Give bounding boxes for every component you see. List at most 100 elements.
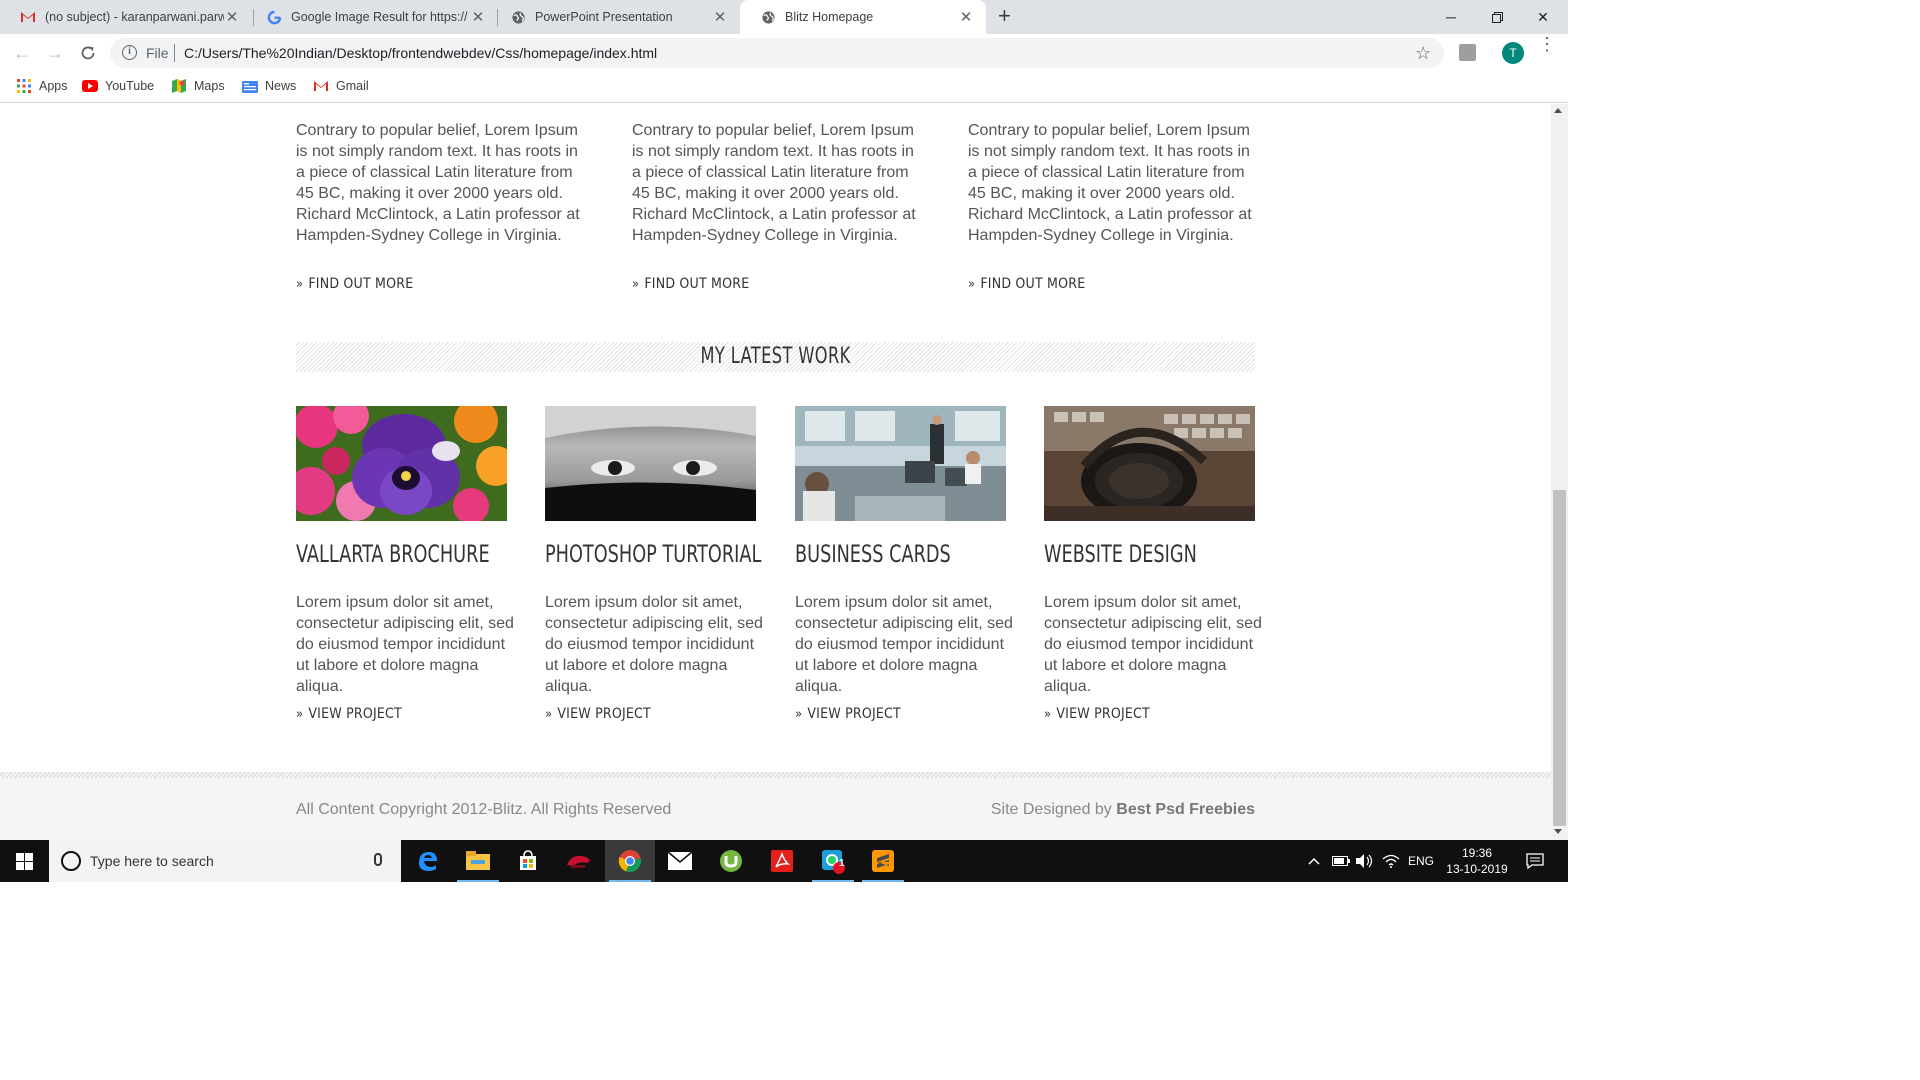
bookmark-apps[interactable]: Apps xyxy=(16,78,68,94)
double-chevron-icon: » xyxy=(795,706,803,722)
view-project-link[interactable]: » VIEW PROJECT xyxy=(296,706,402,722)
page-viewport[interactable]: Contrary to popular belief, Lorem Ipsum … xyxy=(0,104,1551,840)
flower-thumbnail[interactable] xyxy=(296,406,507,521)
bookmark-maps[interactable]: Maps xyxy=(171,78,225,94)
back-button[interactable]: ← xyxy=(11,42,33,64)
new-tab-button[interactable]: + xyxy=(998,5,1011,27)
language-indicator[interactable]: ENG xyxy=(1408,840,1434,882)
apps-grid-icon xyxy=(16,78,32,94)
work-title[interactable]: VALLARTA BROCHURE xyxy=(296,540,490,568)
mail-icon[interactable] xyxy=(655,840,705,882)
minimize-button[interactable]: ─ xyxy=(1428,0,1474,34)
designer-link[interactable]: Best Psd Freebies xyxy=(1116,801,1255,818)
copyright-text: All Content Copyright 2012-Blitz. All Ri… xyxy=(296,801,672,818)
game-app-icon[interactable] xyxy=(553,840,603,882)
link-label: VIEW PROJECT xyxy=(807,706,901,722)
file-label: File xyxy=(146,45,169,61)
bookmark-youtube[interactable]: YouTube xyxy=(82,78,154,94)
maps-icon xyxy=(171,78,187,94)
acrobat-icon[interactable] xyxy=(757,840,807,882)
tab-google-image[interactable]: Google Image Result for https:// ✕ xyxy=(246,0,498,34)
restore-button[interactable] xyxy=(1474,0,1520,34)
bookmark-label: News xyxy=(265,79,297,93)
work-title[interactable]: BUSINESS CARDS xyxy=(795,540,951,568)
tab-title: Blitz Homepage xyxy=(785,10,874,24)
show-hidden-icons-chevron-icon[interactable] xyxy=(1308,840,1320,882)
chrome-icon[interactable] xyxy=(605,840,655,882)
view-project-link[interactable]: » VIEW PROJECT xyxy=(1044,706,1150,722)
browser-toolbar: ← → i File C:/Users/The%20Indian/Desktop… xyxy=(0,34,1568,72)
reload-button[interactable] xyxy=(77,42,99,64)
google-icon xyxy=(266,9,282,25)
whatsapp-icon[interactable]: 1 xyxy=(808,840,858,882)
link-label: FIND OUT MORE xyxy=(308,276,414,292)
url-text[interactable]: C:/Users/The%20Indian/Desktop/frontendwe… xyxy=(184,45,657,61)
bookmark-gmail[interactable]: Gmail xyxy=(313,78,369,94)
scroll-down-arrow-icon[interactable] xyxy=(1554,829,1562,834)
windows-logo-icon xyxy=(16,852,33,870)
notification-badge: 1 xyxy=(839,858,845,869)
tab-powerpoint[interactable]: PowerPoint Presentation ✕ xyxy=(490,0,740,34)
news-icon xyxy=(242,78,258,94)
work-description: Lorem ipsum dolor sit amet, consectetur … xyxy=(795,594,1013,695)
page-footer: All Content Copyright 2012-Blitz. All Ri… xyxy=(0,772,1551,840)
sublime-text-icon[interactable] xyxy=(858,840,908,882)
taskbar-search-box[interactable]: Type here to search xyxy=(49,840,401,882)
tab-strip: (no subject) - karanparwani.parw ✕ Googl… xyxy=(0,0,1568,34)
globe-icon xyxy=(760,9,776,25)
tab-title: PowerPoint Presentation xyxy=(535,10,673,24)
globe-icon xyxy=(510,9,526,25)
close-window-button[interactable]: ✕ xyxy=(1520,0,1566,34)
find-out-more-link[interactable]: » FIND OUT MORE xyxy=(968,276,1085,292)
forward-button[interactable]: → xyxy=(44,42,66,64)
work-title[interactable]: WEBSITE DESIGN xyxy=(1044,540,1197,568)
store-icon[interactable] xyxy=(503,840,553,882)
double-chevron-icon: » xyxy=(545,706,553,722)
address-bar[interactable]: i File C:/Users/The%20Indian/Desktop/fro… xyxy=(110,38,1444,68)
tab-gmail[interactable]: (no subject) - karanparwani.parw ✕ xyxy=(0,0,252,34)
scroll-up-arrow-icon[interactable] xyxy=(1554,108,1562,113)
work-description: Lorem ipsum dolor sit amet, consectetur … xyxy=(1044,594,1262,695)
action-center-icon[interactable] xyxy=(1526,840,1544,882)
divider xyxy=(174,44,175,62)
office-thumbnail[interactable] xyxy=(795,406,1006,521)
info-icon[interactable]: i xyxy=(122,45,137,60)
headphones-thumbnail[interactable] xyxy=(1044,406,1255,521)
menu-kebab-icon[interactable]: ⋮ xyxy=(1538,35,1556,53)
profile-avatar[interactable]: T xyxy=(1502,42,1524,64)
work-title[interactable]: PHOTOSHOP TURTORIAL xyxy=(545,540,761,568)
bookmark-label: Maps xyxy=(194,79,225,93)
system-clock[interactable]: 19:36 13-10-2019 xyxy=(1432,845,1522,877)
column-text: Contrary to popular belief, Lorem Ipsum … xyxy=(632,122,916,244)
find-out-more-link[interactable]: » FIND OUT MORE xyxy=(632,276,749,292)
close-icon[interactable]: ✕ xyxy=(712,8,728,26)
pdf-extension-icon[interactable] xyxy=(1459,44,1476,61)
volume-icon[interactable] xyxy=(1356,840,1374,882)
work-description: Lorem ipsum dolor sit amet, consectetur … xyxy=(296,594,514,695)
view-project-link[interactable]: » VIEW PROJECT xyxy=(795,706,901,722)
close-icon[interactable]: ✕ xyxy=(470,8,486,26)
close-icon[interactable]: ✕ xyxy=(224,8,240,26)
bookmark-news[interactable]: News xyxy=(242,78,296,94)
portrait-eyes-thumbnail[interactable] xyxy=(545,406,756,521)
battery-icon[interactable] xyxy=(1332,840,1350,882)
wifi-icon[interactable] xyxy=(1382,840,1400,882)
double-chevron-icon: » xyxy=(632,276,640,292)
cortana-icon xyxy=(61,851,81,871)
scrollbar-thumb[interactable] xyxy=(1553,490,1566,826)
bookmark-label: Gmail xyxy=(336,79,369,93)
tab-blitz-homepage[interactable]: Blitz Homepage ✕ xyxy=(740,0,986,34)
view-project-link[interactable]: » VIEW PROJECT xyxy=(545,706,651,722)
file-explorer-icon[interactable] xyxy=(453,840,503,882)
start-button[interactable] xyxy=(0,840,49,882)
utorrent-icon[interactable] xyxy=(706,840,756,882)
edge-icon[interactable] xyxy=(403,840,453,882)
gmail-icon xyxy=(313,78,329,94)
windows-taskbar: Type here to search 1 ENG 19:36 13-10-20… xyxy=(0,840,1568,882)
section-heading-bar: MY LATEST WORK xyxy=(296,342,1255,372)
close-icon[interactable]: ✕ xyxy=(958,8,974,26)
microphone-icon[interactable] xyxy=(374,853,382,866)
bookmark-star-icon[interactable]: ☆ xyxy=(1415,43,1431,64)
section-title: MY LATEST WORK xyxy=(700,344,851,369)
find-out-more-link[interactable]: » FIND OUT MORE xyxy=(296,276,413,292)
